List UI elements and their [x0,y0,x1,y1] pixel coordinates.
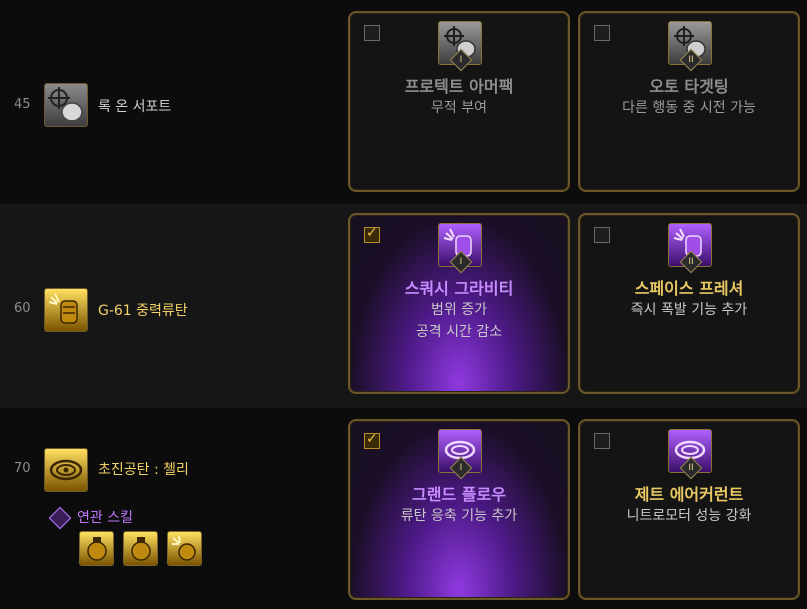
gravity-burst-icon: I [438,223,482,274]
augment-checkbox[interactable] [594,227,610,243]
skill-name: 초진공탄 : 첼리 [98,462,189,478]
augment-title: 오토 타겟팅 [649,77,729,96]
augment-checkbox[interactable]: ✓ [364,431,380,449]
augment-card-squash-gravity[interactable]: ✓ I 스쿼시 그라비티 범위 증가 공격 시간 감소 [348,213,570,394]
augment-desc: 범위 증가 공격 시간 감소 [415,302,503,340]
check-icon: ✓ [366,225,378,241]
augment-desc: 류탄 응축 기능 추가 [400,508,518,524]
gravity-burst-icon: II [668,223,712,274]
gravity-grenade-icon[interactable] [44,288,88,332]
grenade-spark-icon[interactable] [167,531,202,566]
augment-title: 프로텍트 아머팩 [404,77,514,96]
augment-checkbox[interactable] [594,433,610,449]
vortex-icon: II [668,429,712,480]
augment-title: 제트 에어커런트 [634,485,744,504]
augment-checkbox[interactable] [594,25,610,41]
grenade-icon[interactable] [79,531,114,566]
skill-name: G-61 중력류탄 [98,303,188,319]
target-grenade-icon: I [438,21,482,72]
augment-card-auto-targeting[interactable]: II 오토 타겟팅 다른 행동 중 시전 가능 [578,11,800,192]
augment-desc: 니트로모터 성능 강화 [626,508,752,524]
skill-row-45: 45 록 온 서포트 I 프로텍트 아머팩 무적 부여 II 오토 타겟팅 다른… [0,0,807,204]
augment-title: 스쿼시 그라비티 [404,279,514,298]
augment-checkbox[interactable] [364,25,380,41]
augment-desc: 즉시 폭발 기능 추가 [630,302,748,318]
skill-level: 45 [14,97,31,112]
augment-card-space-pressure[interactable]: II 스페이스 프레셔 즉시 폭발 기능 추가 [578,213,800,394]
skill-level: 60 [14,301,31,316]
check-icon: ✓ [366,431,378,447]
augment-card-jet-aircurrent[interactable]: II 제트 에어커런트 니트로모터 성능 강화 [578,419,800,600]
skill-row-70: 70 초진공탄 : 첼리 연관 스킬 ✓ I 그랜드 플로우 류탄 응축 기능 … [0,408,807,609]
augment-card-grand-flow[interactable]: ✓ I 그랜드 플로우 류탄 응축 기능 추가 [348,419,570,600]
related-skills-label: 연관 스킬 [48,506,133,530]
augment-desc: 무적 부여 [431,100,487,116]
grenade-icon[interactable] [123,531,158,566]
augment-desc: 다른 행동 중 시전 가능 [622,100,756,116]
target-grenade-icon: II [668,21,712,72]
tier-badge [48,506,72,530]
vortex-icon: I [438,429,482,480]
augment-card-protect-armorpack[interactable]: I 프로텍트 아머팩 무적 부여 [348,11,570,192]
augment-title: 스페이스 프레셔 [634,279,744,298]
vortex-bomb-icon[interactable] [44,448,88,492]
lock-on-grenade-icon[interactable] [44,83,88,127]
skill-row-60: 60 G-61 중력류탄 ✓ I 스쿼시 그라비티 범위 증가 공격 시간 감소 [0,204,807,408]
skill-level: 70 [14,461,31,476]
augment-checkbox[interactable]: ✓ [364,225,380,243]
augment-title: 그랜드 플로우 [412,485,506,504]
skill-name: 록 온 서포트 [98,99,172,115]
